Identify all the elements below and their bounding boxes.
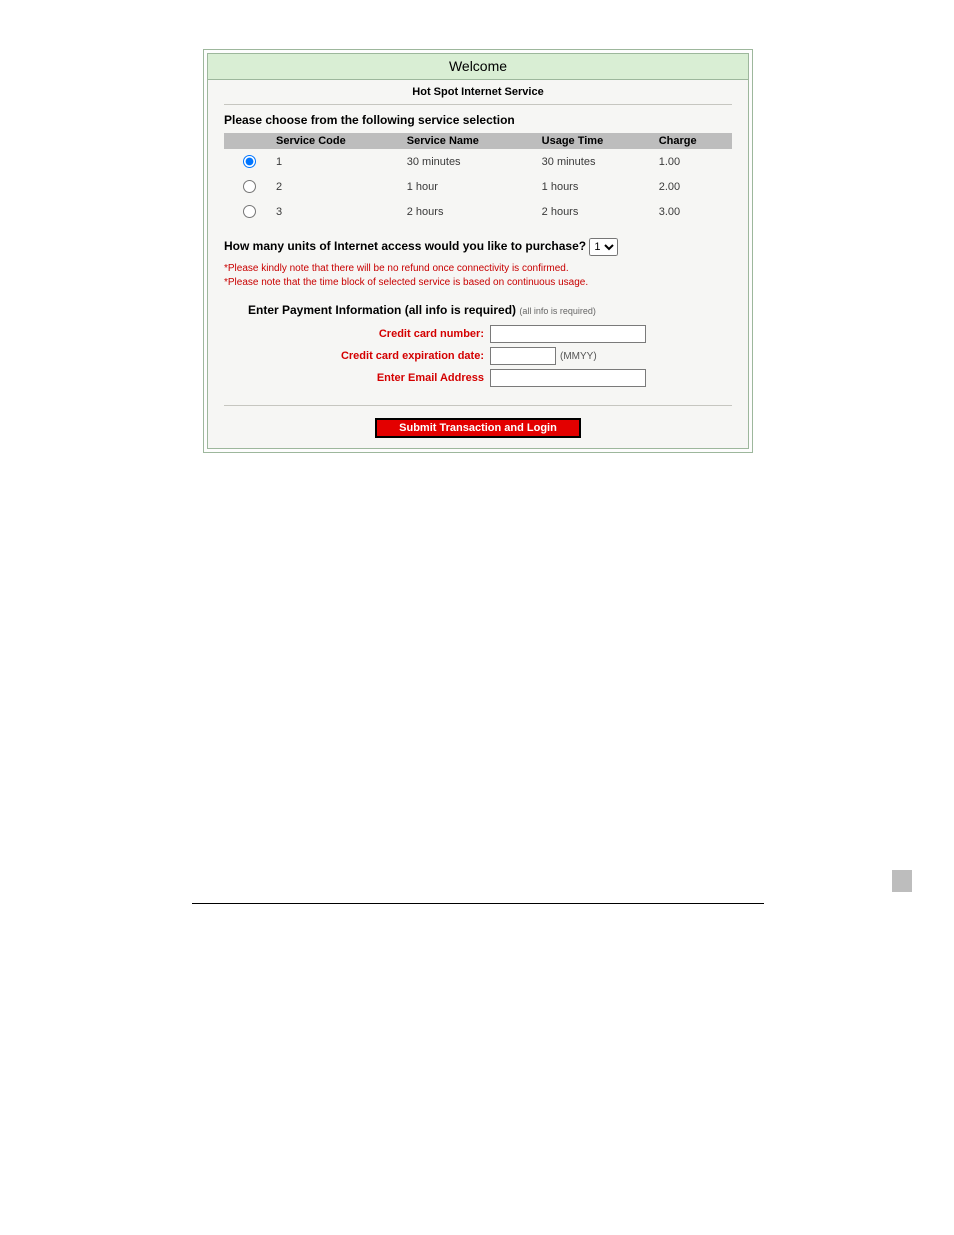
cell-name: 30 minutes bbox=[403, 149, 538, 174]
welcome-bar: Welcome bbox=[208, 54, 748, 80]
email-label: Enter Email Address bbox=[224, 372, 490, 384]
table-row: 3 2 hours 2 hours 3.00 bbox=[224, 199, 732, 224]
payment-heading-main: Enter Payment Information (all info is r… bbox=[248, 303, 516, 317]
divider-top bbox=[224, 104, 732, 105]
cc-number-input[interactable] bbox=[490, 325, 646, 343]
cell-code: 1 bbox=[272, 149, 403, 174]
units-question: How many units of Internet access would … bbox=[224, 239, 586, 253]
cell-usage: 30 minutes bbox=[538, 149, 655, 174]
table-row: 1 30 minutes 30 minutes 1.00 bbox=[224, 149, 732, 174]
choose-heading: Please choose from the following service… bbox=[224, 113, 732, 127]
cc-exp-input[interactable] bbox=[490, 347, 556, 365]
cell-charge: 1.00 bbox=[655, 149, 732, 174]
th-charge: Charge bbox=[655, 133, 732, 149]
cell-name: 1 hour bbox=[403, 174, 538, 199]
cell-code: 3 bbox=[272, 199, 403, 224]
panel-inner: Welcome Hot Spot Internet Service Please… bbox=[207, 53, 749, 449]
service-subtitle: Hot Spot Internet Service bbox=[208, 80, 748, 102]
payment-heading-small: (all info is required) bbox=[519, 306, 596, 316]
units-select[interactable]: 1 bbox=[589, 238, 618, 256]
cell-name: 2 hours bbox=[403, 199, 538, 224]
service-panel: Welcome Hot Spot Internet Service Please… bbox=[203, 49, 753, 453]
th-usage-time: Usage Time bbox=[538, 133, 655, 149]
footer-rule bbox=[192, 903, 764, 904]
th-service-name: Service Name bbox=[403, 133, 538, 149]
divider-bottom bbox=[224, 405, 732, 406]
cc-number-label: Credit card number: bbox=[224, 328, 490, 340]
service-table: Service Code Service Name Usage Time Cha… bbox=[224, 133, 732, 224]
payment-form: Credit card number: Credit card expirati… bbox=[224, 325, 732, 387]
service-radio-3[interactable] bbox=[243, 205, 256, 218]
refund-note: *Please kindly note that there will be n… bbox=[224, 262, 732, 276]
payment-heading: Enter Payment Information (all info is r… bbox=[248, 303, 732, 317]
email-input[interactable] bbox=[490, 369, 646, 387]
service-radio-1[interactable] bbox=[243, 155, 256, 168]
cell-usage: 1 hours bbox=[538, 174, 655, 199]
table-row: 2 1 hour 1 hours 2.00 bbox=[224, 174, 732, 199]
service-radio-2[interactable] bbox=[243, 180, 256, 193]
usage-note: *Please note that the time block of sele… bbox=[224, 276, 732, 290]
page-number-box bbox=[892, 870, 912, 892]
cell-charge: 3.00 bbox=[655, 199, 732, 224]
submit-button[interactable]: Submit Transaction and Login bbox=[375, 418, 581, 438]
units-row: How many units of Internet access would … bbox=[224, 238, 732, 256]
th-radio bbox=[224, 133, 272, 149]
cell-charge: 2.00 bbox=[655, 174, 732, 199]
cell-code: 2 bbox=[272, 174, 403, 199]
mmyy-hint: (MMYY) bbox=[560, 351, 597, 362]
cell-usage: 2 hours bbox=[538, 199, 655, 224]
th-service-code: Service Code bbox=[272, 133, 403, 149]
cc-exp-label: Credit card expiration date: bbox=[224, 350, 490, 362]
